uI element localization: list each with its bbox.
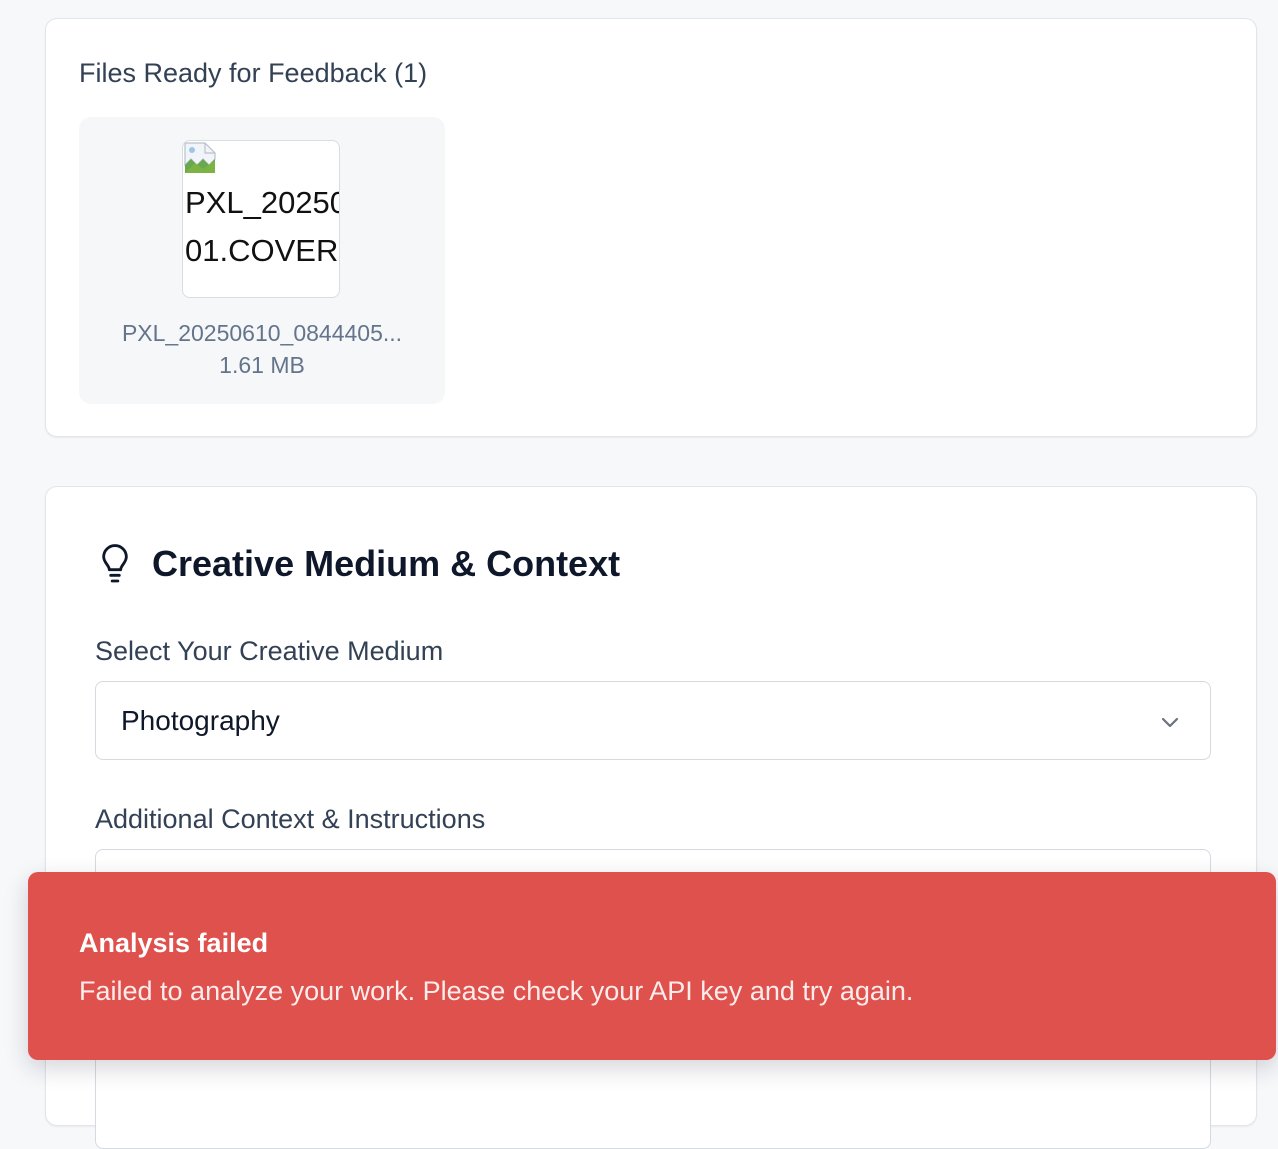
toast-message: Failed to analyze your work. Please chec…: [79, 976, 914, 1006]
broken-image-icon: [184, 142, 216, 173]
toast-title: Analysis failed: [79, 928, 269, 958]
file-tile[interactable]: PXL_20250 01.COVER.j PXL_20250610_084440…: [79, 117, 445, 404]
instructions-label: Additional Context & Instructions: [95, 804, 486, 834]
thumbnail-alt-line-1: PXL_20250: [185, 185, 340, 220]
file-size: 1.61 MB: [219, 352, 305, 378]
chevron-down-icon: [1161, 717, 1179, 728]
thumbnail-alt-line-2: 01.COVER.j: [185, 233, 340, 268]
section-header: Creative Medium & Context: [98, 542, 620, 586]
error-toast[interactable]: Analysis failed Failed to analyze your w…: [28, 872, 1276, 1060]
file-name: PXL_20250610_0844405...: [121, 320, 403, 346]
lightbulb-icon: [102, 544, 128, 583]
medium-label: Select Your Creative Medium: [95, 636, 444, 666]
section-title: Creative Medium & Context: [152, 543, 621, 584]
thumbnail-alt-text: PXL_20250 01.COVER.j: [185, 179, 340, 275]
file-thumbnail[interactable]: PXL_20250 01.COVER.j: [182, 140, 340, 298]
medium-select[interactable]: Photography: [95, 681, 1211, 760]
files-ready-card: Files Ready for Feedback (1) PXL_20250 0…: [45, 18, 1257, 437]
medium-select-value: Photography: [121, 705, 280, 736]
files-ready-title: Files Ready for Feedback (1): [79, 58, 428, 88]
